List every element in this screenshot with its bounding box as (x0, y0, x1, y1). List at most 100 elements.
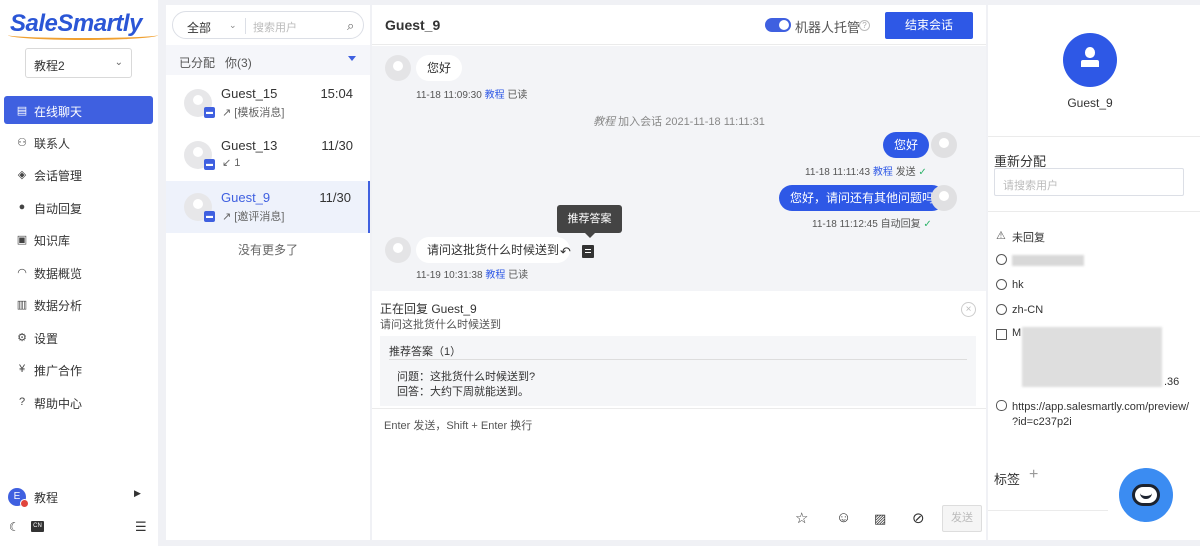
nav-item-overview[interactable]: ◠ 数据概览 (4, 258, 153, 286)
search-input[interactable]: 搜索用户 (253, 19, 297, 35)
link-icon[interactable]: ⊘ (912, 509, 925, 527)
message-agent: 教程 (485, 270, 506, 281)
book-icon: ▣ (16, 233, 28, 246)
user-name: 教程 (34, 491, 59, 505)
nav-item-analytics[interactable]: ▥ 数据分析 (4, 290, 153, 318)
reply-icon[interactable]: ↶ (560, 244, 571, 260)
message-bubble-outgoing: 您好，请问还有其他问题吗 (779, 185, 946, 211)
conversation-time: 15:04 (320, 86, 353, 101)
filter-select[interactable]: 全部 (187, 19, 211, 36)
nav-item-sessions[interactable]: ◈ 会话管理 (4, 160, 153, 188)
tags-label: 标签 (994, 472, 1021, 487)
profile-avatar (1063, 33, 1117, 87)
suggested-answers-title: 推荐答案（1） (389, 346, 462, 358)
status-dot (20, 499, 29, 508)
nav-item-chat[interactable]: ▤ 在线聊天 (4, 96, 153, 124)
support-chat-button[interactable] (1119, 468, 1173, 522)
suggested-answers[interactable]: 推荐答案（1） 问题：这批货什么时候送到? 回答：大约下周就能送到。 (380, 336, 976, 406)
message-agent: 自动回复 (880, 219, 921, 230)
divider (988, 211, 1200, 212)
nav-label: 推广合作 (34, 364, 83, 378)
moon-icon[interactable]: ☾ (9, 520, 20, 534)
nav-item-contacts[interactable]: ⚇ 联系人 (4, 128, 153, 156)
reply-title: 正在回复 Guest_9 (380, 302, 477, 316)
nav-label: 在线聊天 (34, 105, 83, 119)
layers-icon: ◈ (17, 168, 27, 181)
conversation-item[interactable]: ▬ Guest_13 ↙ 1 11/30 (166, 129, 370, 181)
message-status: 已读 (508, 270, 529, 281)
message-agent: 教程 (484, 90, 505, 101)
end-conversation-button[interactable]: 结束会话 (885, 12, 973, 39)
conversation-item[interactable]: ▬ Guest_15 ↗ [模板消息] 15:04 (166, 77, 370, 129)
nav-label: 自动回复 (34, 202, 83, 216)
search-icon[interactable]: ⌕ (347, 18, 354, 34)
chat-header: Guest_9 机器人托管 ? 结束会话 (372, 5, 986, 45)
globe-icon (996, 279, 1007, 290)
message-time: 11-19 10:31:38 (416, 270, 483, 281)
chat-title: Guest_9 (385, 17, 441, 33)
message-input[interactable]: Enter 发送，Shift + Enter 换行 (384, 417, 532, 433)
suggest-answer-icon[interactable] (582, 245, 594, 258)
image-icon[interactable]: ▨ (874, 511, 886, 527)
contacts-icon: ⚇ (17, 136, 27, 149)
profile-url-line2: ?id=c237p2i (1012, 416, 1072, 428)
nav-label: 联系人 (34, 137, 71, 151)
suggested-answer: 回答：大约下周就能送到。 (397, 386, 529, 398)
profile-url[interactable]: https://app.salesmartly.com/preview/ ?id… (1012, 400, 1189, 430)
profile-url-line1: https://app.salesmartly.com/preview/ (1012, 401, 1190, 413)
channel-icon: ▬ (204, 159, 215, 170)
reply-quoted-text: 请问这批货什么时候送到 (380, 319, 501, 331)
robot-icon: ● (18, 201, 26, 213)
caret-down-icon (348, 56, 356, 61)
suggest-answer-tooltip: 推荐答案 (557, 205, 622, 238)
language-badge[interactable]: CN (31, 521, 44, 532)
salesmartly-logo[interactable]: SaleSmartly (8, 10, 158, 40)
conversation-list-panel: 全部 ⌄ 搜索用户 ⌕ 已分配 你(3) ▬ Guest_15 ↗ [模板消息]… (166, 5, 370, 540)
close-icon[interactable]: × (961, 302, 976, 317)
message-bubble-outgoing: 您好 (883, 132, 930, 158)
nav-item-auto-reply[interactable]: ● 自动回复 (4, 193, 153, 221)
dashboard-icon: ◠ (17, 266, 27, 279)
language-icon (996, 304, 1007, 315)
conversation-name: Guest_13 (221, 138, 278, 153)
channel-icon: ▬ (204, 107, 215, 118)
emoji-icon[interactable]: ☺ (836, 509, 851, 526)
help-icon[interactable]: ? (859, 20, 870, 31)
channel-icon: ▬ (204, 211, 215, 222)
profile-name: Guest_9 (1067, 96, 1113, 110)
workspace-select[interactable]: 教程2 ⌄ (25, 48, 132, 78)
chevron-right-icon: ▶ (134, 488, 141, 498)
conversation-time: 11/30 (319, 190, 351, 205)
profile-panel: Guest_9 重新分配 请搜索用户 ⚠ 未回复 hk zh-CN M .36 … (988, 5, 1200, 540)
nav-label: 数据概览 (34, 267, 83, 281)
device-value-end: .36 (1164, 376, 1180, 388)
nav-label: 设置 (34, 332, 59, 346)
nav-label: 数据分析 (34, 299, 83, 313)
send-button[interactable]: 发送 (942, 505, 982, 532)
collapse-menu-icon[interactable]: ☰ (135, 519, 147, 535)
assigned-section-header[interactable]: 已分配 你(3) (166, 45, 370, 75)
nav-item-help[interactable]: ? 帮助中心 (4, 388, 153, 416)
nav-item-affiliate[interactable]: ¥ 推广合作 (4, 355, 153, 383)
conversation-preview: ↗ [模板消息] (222, 107, 285, 119)
agent-avatar (931, 132, 957, 158)
star-icon[interactable]: ☆ (795, 509, 808, 527)
bot-avatar (931, 185, 957, 211)
message-time: 11-18 11:09:30 (416, 90, 482, 101)
check-circle-icon: ✓ (918, 167, 927, 178)
message-bubble-incoming: 请问这批货什么时候送到 (416, 237, 571, 263)
message-area[interactable]: 您好 11-18 11:09:30 教程 已读 教程 加入会话 2021-11-… (372, 46, 986, 291)
system-event-text: 加入会话 2021-11-18 11:11:31 (618, 116, 765, 128)
system-event: 教程 加入会话 2021-11-18 11:11:31 (372, 113, 986, 129)
robot-toggle[interactable] (765, 18, 791, 32)
message-time: 11-18 11:11:43 (805, 167, 871, 178)
check-circle-icon: ✓ (923, 219, 932, 230)
reassign-search-input[interactable]: 请搜索用户 (994, 168, 1184, 196)
nav-item-knowledge[interactable]: ▣ 知识库 (4, 225, 153, 253)
conversation-item-selected[interactable]: ▬ Guest_9 ↗ [邀评消息] 11/30 (166, 181, 370, 233)
no-more-label: 没有更多了 (237, 243, 298, 257)
user-menu[interactable]: E 教程 ▶ (8, 486, 148, 508)
message-agent: 教程 (872, 167, 893, 178)
nav-item-settings[interactable]: ⚙ 设置 (4, 323, 153, 351)
add-tag-icon[interactable]: + (1029, 466, 1038, 484)
